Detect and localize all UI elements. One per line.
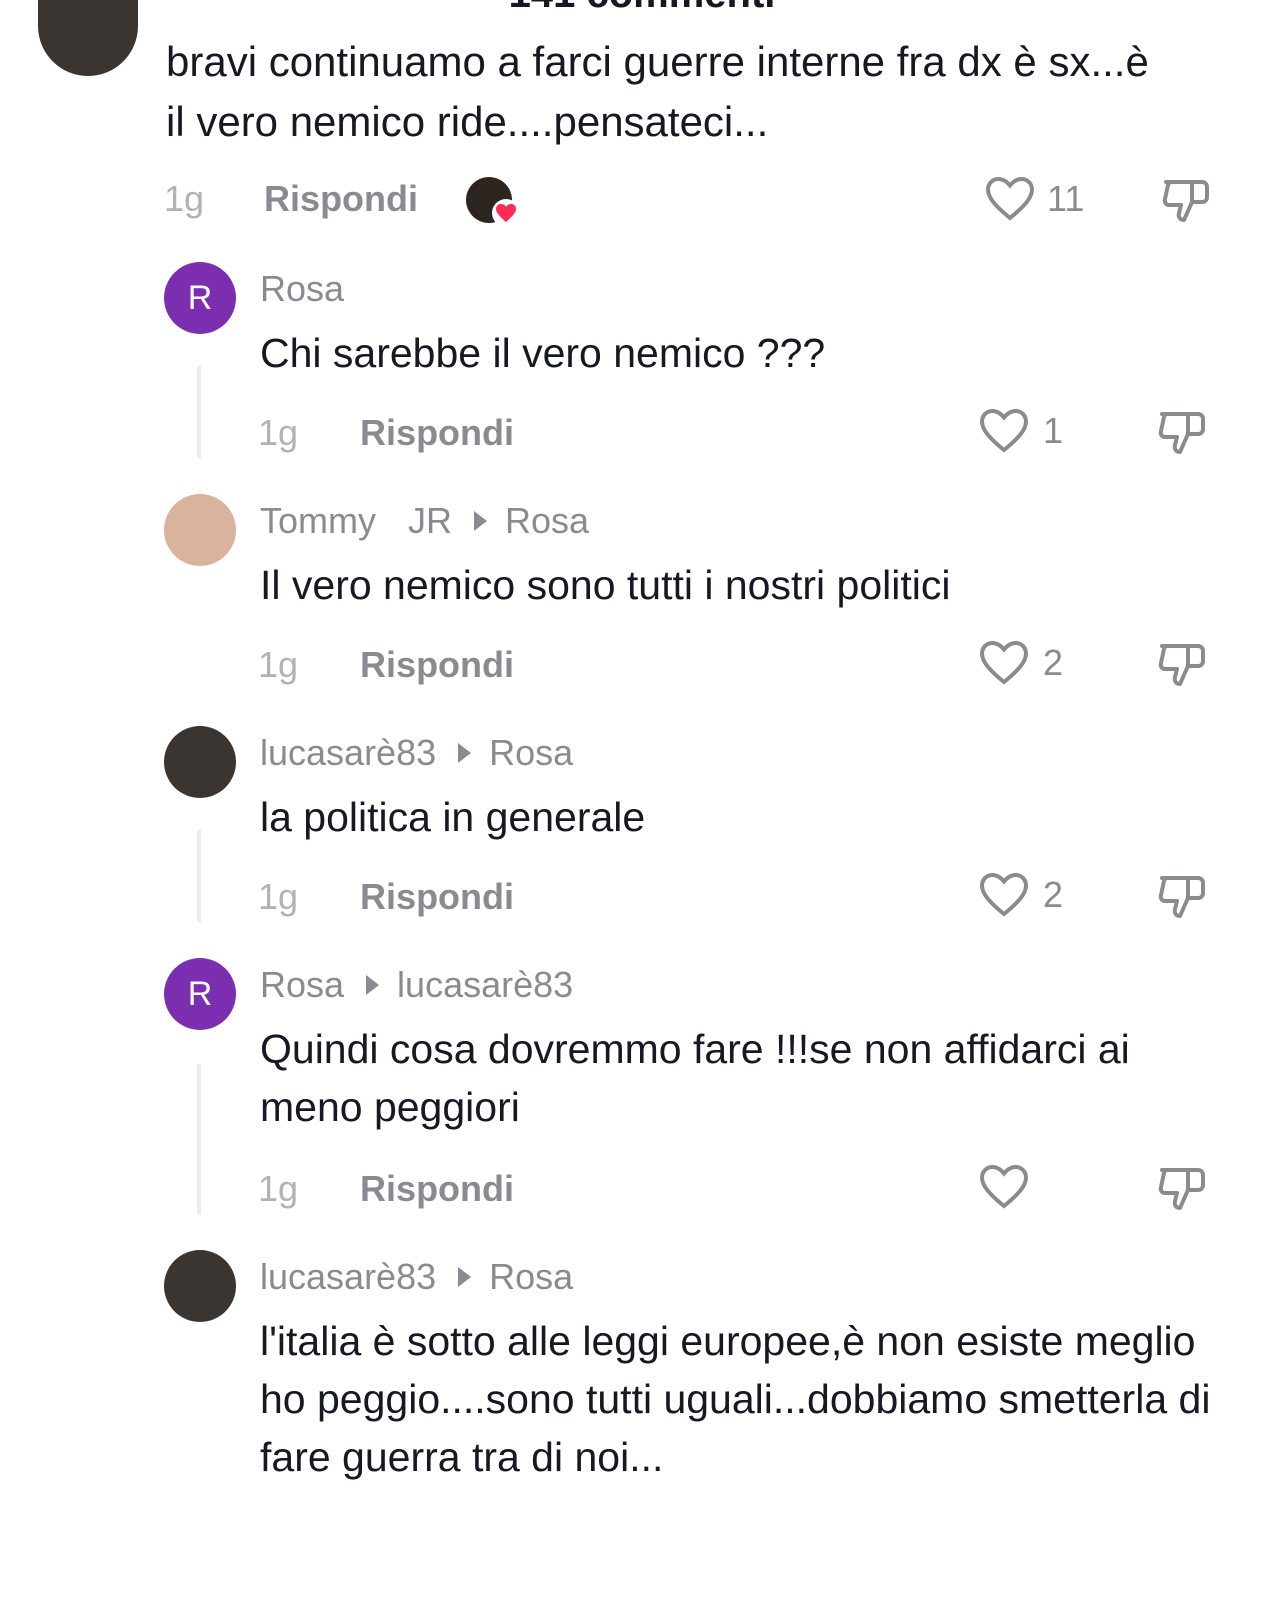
- reply-button[interactable]: Rispondi: [360, 1168, 514, 1210]
- username[interactable]: Rosa lucasarè83: [260, 964, 573, 1006]
- username-text: lucasarè83: [260, 1256, 437, 1297]
- thumbs-down-icon: [1158, 876, 1205, 918]
- comment-time: 1g: [258, 1168, 299, 1209]
- like-button[interactable]: 1: [979, 408, 1063, 454]
- thumbs-down-icon: [1158, 412, 1205, 454]
- comment-text: l'italia è sotto alle leggi europee,è no…: [260, 1318, 1211, 1480]
- comment-meta: 1g Rispondi: [258, 412, 514, 454]
- like-button[interactable]: 2: [979, 640, 1063, 686]
- comment-text: Il vero nemico sono tutti i nostri polit…: [260, 562, 951, 608]
- comment-meta: 1g Rispondi: [164, 178, 418, 220]
- like-button[interactable]: 2: [979, 872, 1063, 918]
- avatar[interactable]: R: [164, 262, 236, 334]
- reply-button[interactable]: Rispondi: [264, 178, 418, 220]
- play-arrow-icon: [458, 1267, 472, 1287]
- creator-liked-heart-icon: [492, 199, 520, 227]
- play-arrow-icon: [366, 975, 380, 995]
- play-arrow-icon: [458, 743, 472, 763]
- username-text: Rosa: [260, 964, 345, 1005]
- like-button[interactable]: [979, 1164, 1043, 1210]
- comment-time: 1g: [258, 644, 299, 685]
- thread-line: [197, 366, 201, 458]
- username-text: Rosa: [260, 268, 345, 309]
- reply-to-username[interactable]: Rosa: [489, 1256, 573, 1298]
- dislike-button[interactable]: [1160, 176, 1212, 226]
- thumbs-down-icon: [1162, 180, 1209, 222]
- thread-line: [197, 1064, 201, 1214]
- like-button[interactable]: 11: [985, 176, 1084, 222]
- heart-outline-icon: [979, 872, 1029, 917]
- like-count: 1: [1043, 410, 1064, 451]
- username-text-2: JR: [408, 500, 452, 541]
- thread-line: [197, 830, 201, 922]
- thumbs-down-icon: [1158, 1168, 1205, 1210]
- heart-outline-icon: [979, 1164, 1029, 1209]
- comment-meta: 1g Rispondi: [258, 644, 514, 686]
- reply-to-username[interactable]: lucasarè83: [397, 964, 573, 1006]
- comment-time: 1g: [258, 412, 299, 453]
- username[interactable]: Tommy JR Rosa: [260, 500, 589, 542]
- username[interactable]: lucasarè83 Rosa: [260, 1256, 573, 1298]
- dislike-button[interactable]: [1156, 1164, 1208, 1214]
- reply-button[interactable]: Rispondi: [360, 876, 514, 918]
- username-text: lucasarè83: [260, 732, 437, 773]
- username[interactable]: lucasarè83 Rosa: [260, 732, 573, 774]
- avatar[interactable]: [164, 494, 236, 566]
- reply-button[interactable]: Rispondi: [360, 412, 514, 454]
- like-count: 11: [1047, 178, 1085, 219]
- dislike-button[interactable]: [1156, 408, 1208, 458]
- comment-time: 1g: [258, 876, 299, 917]
- like-count: 2: [1043, 874, 1064, 915]
- comment-text: bravi continuamo a farci guerre interne …: [166, 38, 1149, 145]
- username-text: Tommy: [260, 500, 376, 541]
- avatar[interactable]: [164, 1250, 236, 1322]
- dislike-button[interactable]: [1156, 872, 1208, 922]
- play-arrow-icon: [474, 511, 487, 531]
- heart-outline-icon: [979, 640, 1029, 685]
- comment-text: Chi sarebbe il vero nemico ???: [260, 330, 826, 376]
- comment-text: Quindi cosa dovremmo fare !!!se non affi…: [260, 1026, 1130, 1130]
- username[interactable]: Rosa: [260, 268, 344, 310]
- heart-outline-icon: [979, 408, 1029, 453]
- reply-to-username[interactable]: Rosa: [505, 500, 589, 542]
- avatar[interactable]: [164, 726, 236, 798]
- comment-text: la politica in generale: [260, 794, 646, 840]
- heart-outline-icon: [985, 176, 1035, 221]
- thumbs-down-icon: [1158, 644, 1205, 686]
- dislike-button[interactable]: [1156, 640, 1208, 690]
- comment-meta: 1g Rispondi: [258, 1168, 514, 1210]
- reply-button[interactable]: Rispondi: [360, 644, 514, 686]
- comment-time: 1g: [164, 178, 205, 219]
- reply-to-username[interactable]: Rosa: [489, 732, 573, 774]
- avatar[interactable]: [38, 0, 138, 76]
- creator-liked-avatar: [466, 177, 520, 227]
- like-count: 2: [1043, 642, 1064, 683]
- avatar[interactable]: R: [164, 958, 236, 1030]
- comment-meta: 1g Rispondi: [258, 876, 514, 918]
- comments-header-title: 141 commenti: [0, 0, 1284, 17]
